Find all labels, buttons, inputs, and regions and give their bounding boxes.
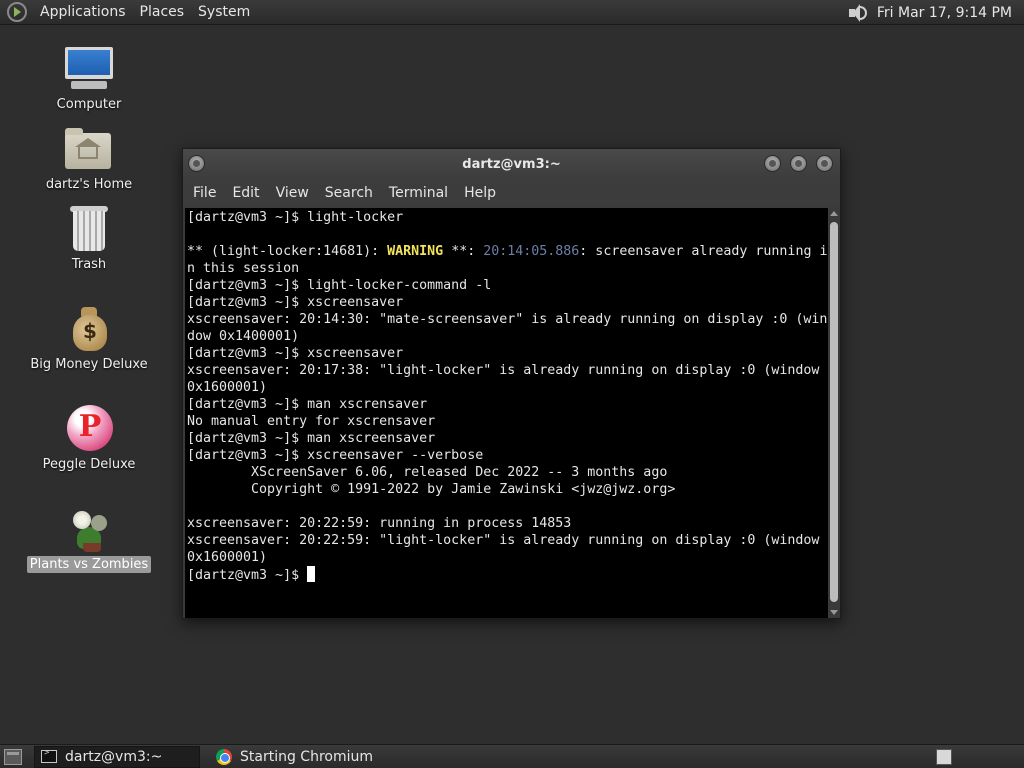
desktop-icon-label: Computer (56, 97, 122, 112)
terminal-menubar: File Edit View Search Terminal Help (183, 179, 840, 207)
chromium-icon (216, 748, 232, 765)
terminal-line: xscreensaver: 20:22:59: "light-locker" i… (187, 533, 820, 548)
terminal-line: 0x1600001) (187, 380, 268, 395)
taskbar-item-label: dartz@vm3:~ (65, 748, 163, 765)
terminal-output[interactable]: [dartz@vm3 ~]$ light-locker ** (light-loc… (185, 208, 828, 618)
menu-help[interactable]: Help (456, 185, 504, 201)
top-panel: Applications Places System Fri Mar 17, 9… (0, 0, 1024, 25)
scroll-thumb[interactable] (830, 222, 838, 602)
workspace-switcher[interactable] (936, 749, 952, 765)
desktop-icon-big-money[interactable]: $ Big Money Deluxe (24, 305, 154, 373)
terminal-line: Copyright © 1991-2022 by Jamie Zawinski … (187, 482, 676, 497)
terminal-line: [dartz@vm3 ~]$ light-locker (187, 210, 404, 225)
clock[interactable]: Fri Mar 17, 9:14 PM (877, 5, 1012, 21)
trash-icon (61, 205, 117, 253)
maximize-icon[interactable] (790, 155, 807, 172)
warning-text: WARNING (387, 244, 444, 259)
taskbar-item-label: Starting Chromium (240, 748, 373, 765)
taskbar-item-terminal[interactable]: dartz@vm3:~ (34, 745, 200, 768)
terminal-cursor (307, 566, 316, 582)
desktop-icon-label: dartz's Home (45, 177, 133, 192)
window-menu-icon[interactable] (188, 155, 205, 172)
desktop-icon-label: Big Money Deluxe (30, 357, 148, 372)
terminal-line: 0x1600001) (187, 550, 268, 565)
window-titlebar[interactable]: dartz@vm3:~ (183, 149, 840, 179)
desktop-icon-label: Trash (71, 257, 107, 272)
scroll-down-icon[interactable] (830, 610, 838, 615)
terminal-prompt-line[interactable]: [dartz@vm3 ~]$ (187, 566, 828, 583)
menu-file[interactable]: File (185, 185, 224, 201)
terminal-line: [dartz@vm3 ~]$ xscreensaver (187, 295, 404, 310)
bottom-panel: dartz@vm3:~ Starting Chromium (0, 744, 1024, 768)
terminal-line: [dartz@vm3 ~]$ xscreensaver (187, 346, 404, 361)
desktop-icon-home[interactable]: dartz's Home (24, 125, 154, 193)
terminal-line: ** (light-locker:14681): WARNING **: 20:… (187, 243, 828, 260)
show-desktop-icon[interactable] (4, 748, 22, 765)
terminal-icon (41, 748, 57, 763)
terminal-line: [dartz@vm3 ~]$ xscreensaver --verbose (187, 448, 484, 463)
money-bag-icon: $ (61, 305, 117, 353)
scroll-up-icon[interactable] (830, 211, 838, 216)
desktop-icon-label: Plants vs Zombies (26, 556, 152, 573)
terminal-line: No manual entry for xscrensaver (187, 414, 436, 429)
desktop-icon-peggle[interactable]: P Peggle Deluxe (24, 405, 154, 473)
terminal-text: ** (light-locker:14681): (187, 244, 388, 259)
terminal-text: **: (443, 244, 484, 259)
menu-places[interactable]: Places (133, 4, 192, 20)
menu-system[interactable]: System (191, 4, 257, 20)
volume-icon[interactable] (847, 3, 869, 23)
peggle-icon: P (61, 405, 117, 453)
menu-terminal[interactable]: Terminal (381, 185, 456, 201)
terminal-window: dartz@vm3:~ File Edit View Search Termin… (182, 148, 841, 619)
main-menu-logo-icon[interactable] (7, 2, 27, 22)
menu-view[interactable]: View (268, 185, 317, 201)
terminal-line: XScreenSaver 6.06, released Dec 2022 -- … (187, 465, 668, 480)
terminal-line: xscreensaver: 20:22:59: running in proce… (187, 516, 572, 531)
menu-search[interactable]: Search (317, 185, 381, 201)
plants-vs-zombies-icon (61, 505, 117, 553)
terminal-line: xscreensaver: 20:17:38: "light-locker" i… (187, 363, 820, 378)
terminal-prompt: [dartz@vm3 ~]$ (187, 568, 308, 583)
terminal-text: : screensaver already running i (579, 244, 828, 259)
terminal-scrollbar[interactable] (828, 208, 840, 618)
desktop-icon-computer[interactable]: Computer (24, 45, 154, 113)
terminal-line: [dartz@vm3 ~]$ light-locker-command -l (187, 278, 492, 293)
terminal-line: [dartz@vm3 ~]$ man xscreensaver (187, 431, 436, 446)
minimize-icon[interactable] (764, 155, 781, 172)
timestamp-text: 20:14:05.886 (483, 244, 580, 259)
panel-tray: Fri Mar 17, 9:14 PM (847, 0, 1024, 25)
home-folder-icon (61, 125, 117, 173)
taskbar-item-chromium[interactable]: Starting Chromium (210, 746, 379, 768)
computer-icon (61, 45, 117, 93)
window-title: dartz@vm3:~ (462, 156, 561, 172)
desktop-icon-trash[interactable]: Trash (24, 205, 154, 273)
terminal-line: [dartz@vm3 ~]$ man xscrensaver (187, 397, 428, 412)
desktop-icon-label: Peggle Deluxe (42, 457, 136, 472)
close-icon[interactable] (816, 155, 833, 172)
menu-edit[interactable]: Edit (224, 185, 267, 201)
terminal-line: xscreensaver: 20:14:30: "mate-screensave… (187, 312, 828, 327)
terminal-line: dow 0x1400001) (187, 329, 300, 344)
terminal-line: n this session (187, 261, 300, 276)
desktop-icon-plants-vs-zombies[interactable]: Plants vs Zombies (24, 505, 154, 573)
menu-applications[interactable]: Applications (33, 4, 133, 20)
